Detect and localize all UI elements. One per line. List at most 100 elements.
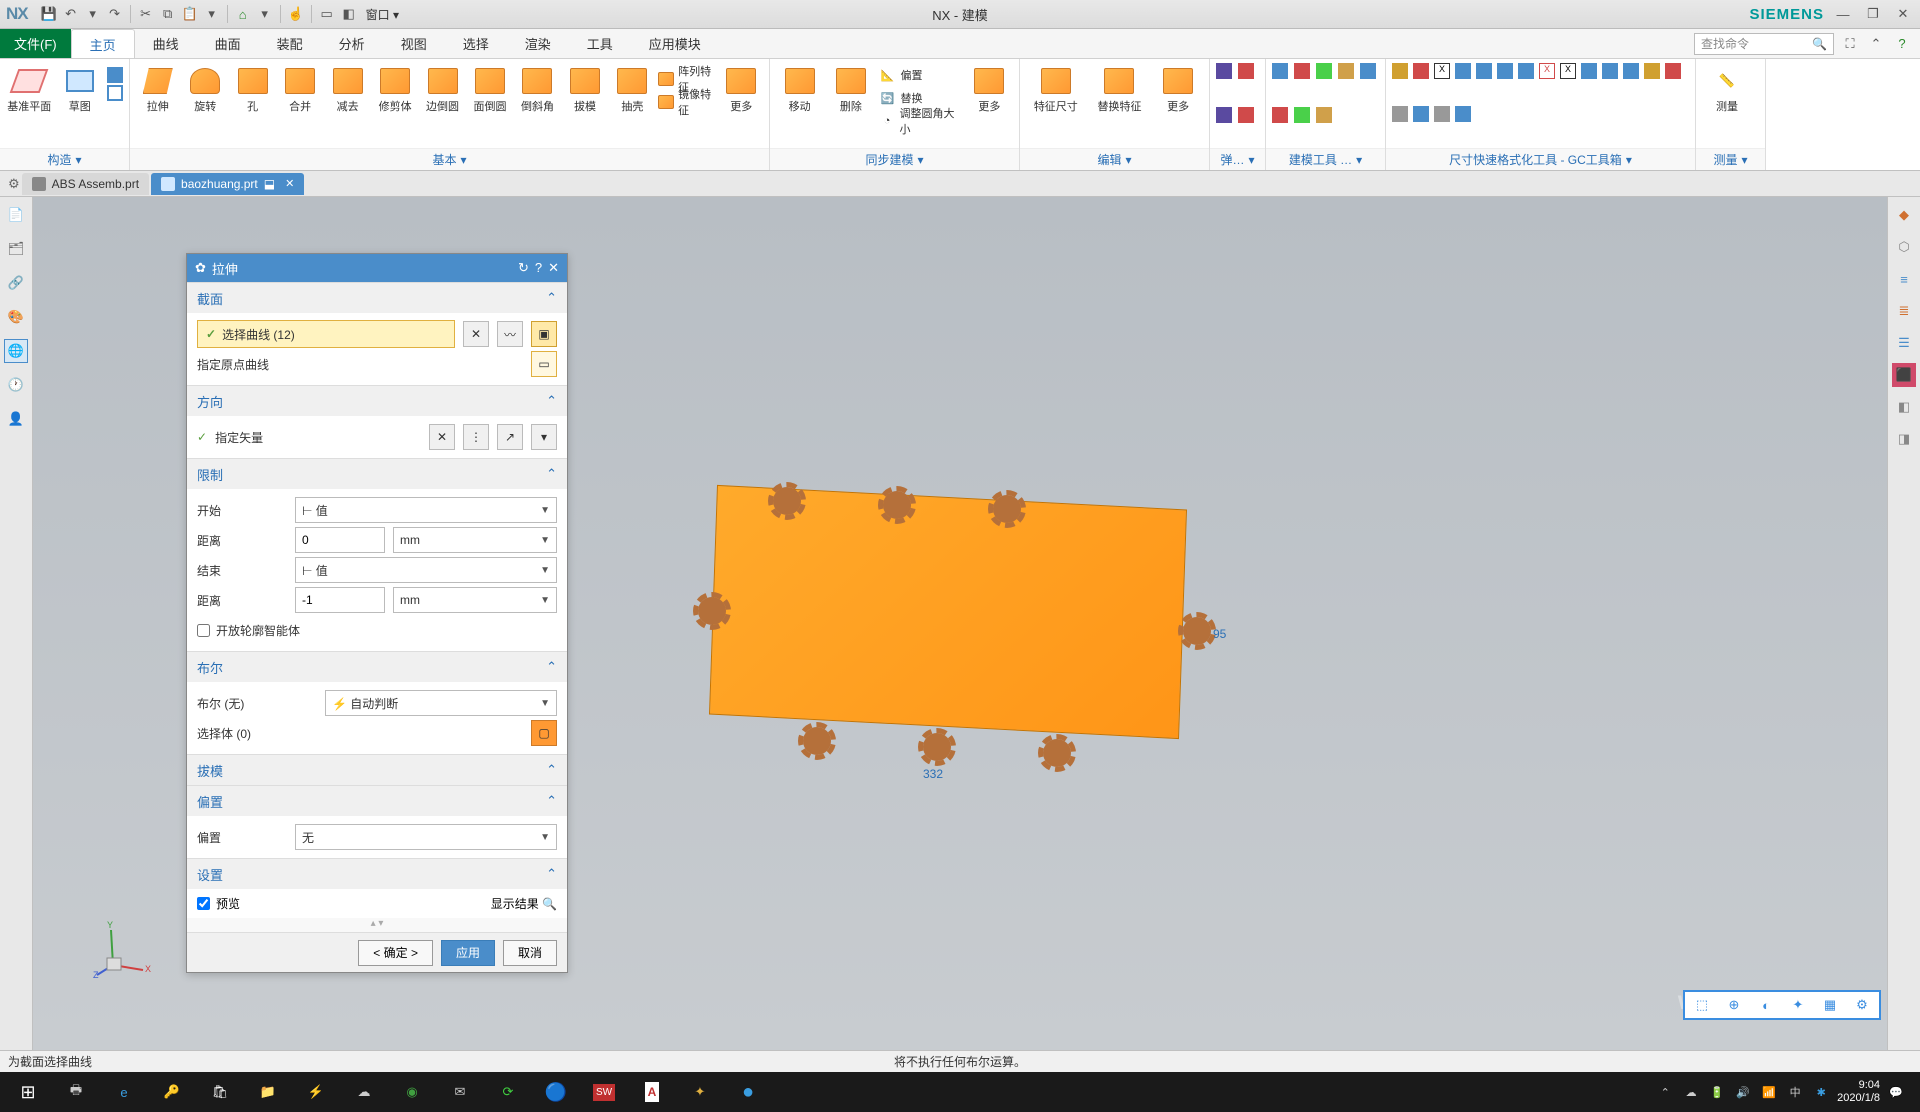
tool-icon[interactable] — [1238, 63, 1254, 79]
tab-select[interactable]: 选择 — [445, 29, 507, 58]
tab-render[interactable]: 渲染 — [507, 29, 569, 58]
touch-icon[interactable]: ☝ — [285, 3, 307, 25]
tb-edge-icon[interactable]: e — [100, 1072, 148, 1112]
gc-icon[interactable]: X — [1539, 63, 1555, 79]
chevron-down-icon[interactable]: ▾ — [1125, 153, 1131, 167]
sketch-opt1-icon[interactable] — [107, 67, 123, 83]
part-settings-icon[interactable]: ⚙ — [8, 176, 20, 192]
start-button[interactable]: ⊞ — [4, 1072, 52, 1112]
tb-key-icon[interactable]: 🔑 — [148, 1072, 196, 1112]
rb-icon[interactable]: ☰ — [1892, 331, 1916, 355]
datum-plane-button[interactable]: 基准平面 — [6, 63, 53, 113]
tray-ime-icon[interactable]: 中 — [1785, 1082, 1805, 1102]
edge-blend-button[interactable]: 边倒圆 — [421, 63, 464, 113]
grid-icon[interactable]: ▦ — [1819, 994, 1841, 1016]
tab-apps[interactable]: 应用模块 — [631, 29, 719, 58]
tab-analyze[interactable]: 分析 — [321, 29, 383, 58]
ok-button[interactable]: < 确定 > — [358, 940, 433, 966]
tab-curve[interactable]: 曲线 — [135, 29, 197, 58]
copy-icon[interactable]: ⧉ — [157, 3, 179, 25]
mt-icon[interactable] — [1272, 107, 1288, 123]
sketch-opt2-icon[interactable] — [107, 85, 123, 101]
search-command[interactable]: 查找命令 🔍 — [1694, 33, 1834, 55]
section-header[interactable]: 截面⌃ — [187, 283, 567, 313]
web-browser-icon[interactable]: 🌐 — [4, 339, 28, 363]
more-sync-button[interactable]: 更多 — [966, 63, 1013, 113]
perspective-icon[interactable]: ✦ — [1787, 994, 1809, 1016]
settings-header[interactable]: 设置⌃ — [187, 859, 567, 889]
gc-icon[interactable] — [1413, 106, 1429, 122]
open-profile-checkbox[interactable]: 开放轮廓智能体 — [197, 622, 300, 639]
part-tab[interactable]: ABS Assemb.prt — [22, 173, 149, 195]
paste-icon[interactable]: 📋 — [179, 3, 201, 25]
chevron-down-icon[interactable]: ▾ — [917, 153, 923, 167]
replace-feature-button[interactable]: 替换特征 — [1090, 63, 1150, 113]
graphics-canvas[interactable]: ✿ 拉伸 ↻ ? ✕ 截面⌃ ✓ 选择曲线 (12) ✕ — [33, 197, 1887, 1050]
curve-rule-icon[interactable]: 〰 — [497, 321, 523, 347]
taskbar-clock[interactable]: 9:04 2020/1/8 — [1837, 1079, 1880, 1105]
home-icon[interactable]: ⌂ — [232, 3, 254, 25]
tb-store-icon[interactable]: 🛍 — [196, 1072, 244, 1112]
tb-chrome-icon[interactable]: 🔵 — [532, 1072, 580, 1112]
face-blend-button[interactable]: 面倒圆 — [468, 63, 511, 113]
vector-dd-icon[interactable]: ▾ — [531, 424, 557, 450]
direction-header[interactable]: 方向⌃ — [187, 386, 567, 416]
settings-icon[interactable]: ⚙ — [1851, 994, 1873, 1016]
notifications-icon[interactable]: 💬 — [1886, 1082, 1906, 1102]
reuse-icon[interactable]: 🎨 — [4, 305, 28, 329]
mt-icon[interactable] — [1294, 63, 1310, 79]
chevron-down-icon[interactable]: ▾ — [1741, 153, 1747, 167]
tray-cloud-icon[interactable]: ☁ — [1681, 1082, 1701, 1102]
inferred-vector-icon[interactable]: ↗ — [497, 424, 523, 450]
unit-dropdown[interactable]: mm▼ — [393, 587, 557, 613]
gc-icon[interactable] — [1392, 63, 1408, 79]
close-tab-icon[interactable]: ✕ — [285, 177, 294, 190]
assembly-navigator-icon[interactable]: 🗂 — [4, 237, 28, 261]
qat-dd-icon[interactable]: ▾ — [254, 3, 276, 25]
tray-volume-icon[interactable]: 🔊 — [1733, 1082, 1753, 1102]
tb-autocad-icon[interactable]: A — [628, 1072, 676, 1112]
tab-view[interactable]: 视图 — [383, 29, 445, 58]
region-icon[interactable]: ▣ — [531, 321, 557, 347]
feature-size-button[interactable]: 特征尺寸 — [1026, 63, 1086, 113]
resize-grip[interactable]: ▴ ▾ — [187, 918, 567, 932]
measure-button[interactable]: 📏测量 — [1702, 63, 1752, 113]
gc-icon[interactable] — [1455, 106, 1471, 122]
close-icon[interactable]: ✕ — [548, 260, 559, 276]
tray-battery-icon[interactable]: 🔋 — [1707, 1082, 1727, 1102]
sketch-section-icon[interactable]: ✕ — [463, 321, 489, 347]
tool-icon[interactable] — [1238, 107, 1254, 123]
tb-app-icon[interactable]: ✦ — [676, 1072, 724, 1112]
gc-icon[interactable] — [1602, 63, 1618, 79]
start-distance-input[interactable] — [295, 527, 385, 553]
draft-button[interactable]: 拔模 — [563, 63, 606, 113]
revolve-button[interactable]: 旋转 — [183, 63, 226, 113]
chevron-down-icon[interactable]: ▾ — [1356, 153, 1362, 167]
end-distance-input[interactable] — [295, 587, 385, 613]
bool-dropdown[interactable]: ⚡ 自动判断▼ — [325, 690, 557, 716]
chevron-down-icon[interactable]: ▾ — [460, 153, 466, 167]
gc-icon[interactable] — [1413, 63, 1429, 79]
close-window-icon[interactable]: ✕ — [1892, 3, 1914, 25]
file-menu[interactable]: 文件(F) — [0, 29, 71, 58]
rb-icon[interactable]: ◨ — [1892, 427, 1916, 451]
pin-icon[interactable]: ⬓ — [264, 177, 275, 191]
snap-icon[interactable]: ⬚ — [1691, 994, 1713, 1016]
minimize-icon[interactable]: — — [1832, 3, 1854, 25]
tb-app-icon[interactable]: ⟳ — [484, 1072, 532, 1112]
help-icon[interactable]: ? — [535, 260, 542, 276]
cut-icon[interactable]: ✂ — [135, 3, 157, 25]
rb-icon[interactable]: ◆ — [1892, 203, 1916, 227]
rb-icon[interactable]: ◧ — [1892, 395, 1916, 419]
tb-app-icon[interactable]: ◉ — [388, 1072, 436, 1112]
offset-region-button[interactable]: 📐偏置 — [879, 65, 962, 85]
bool-header[interactable]: 布尔⌃ — [187, 652, 567, 682]
vector-dialog-icon[interactable]: ⋮ — [463, 424, 489, 450]
gc-icon[interactable] — [1455, 63, 1471, 79]
redo-icon[interactable]: ↷ — [104, 3, 126, 25]
fullscreen-icon[interactable]: ⛶ — [1840, 34, 1860, 54]
mt-icon[interactable] — [1294, 107, 1310, 123]
limits-header[interactable]: 限制⌃ — [187, 459, 567, 489]
window-dropdown[interactable]: 窗口 ▾ — [360, 6, 405, 23]
restore-icon[interactable]: ❐ — [1862, 3, 1884, 25]
